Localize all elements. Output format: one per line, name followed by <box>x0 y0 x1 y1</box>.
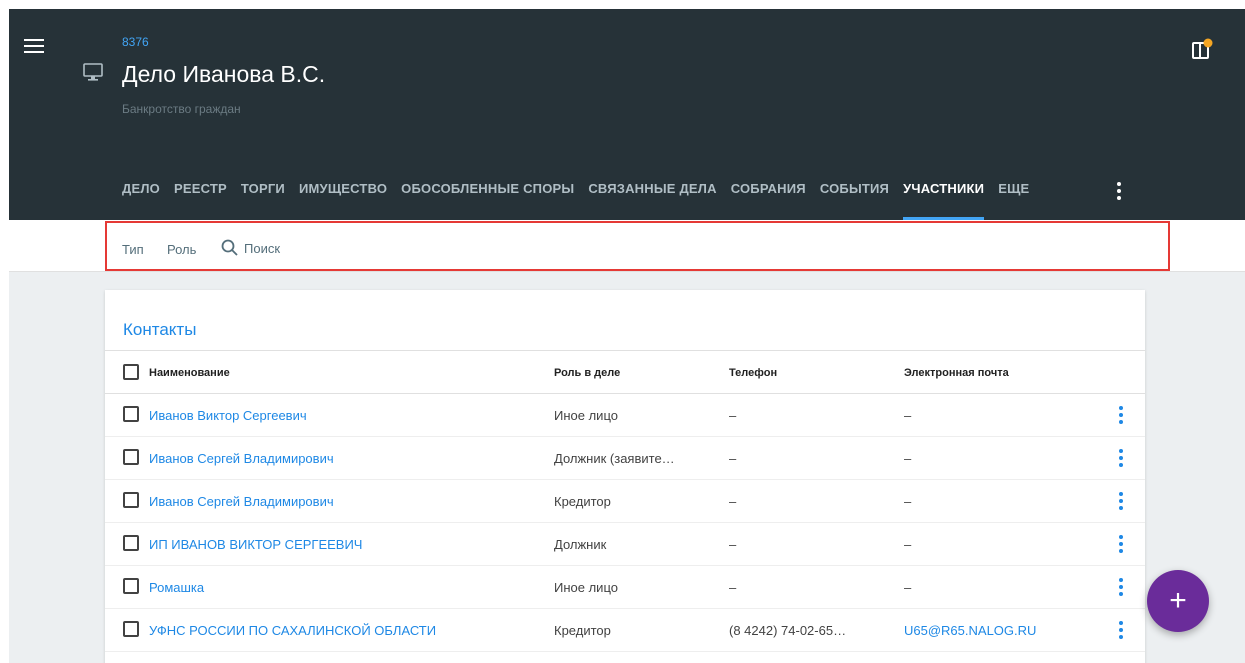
case-number: 8376 <box>122 35 149 49</box>
contact-phone: – <box>729 451 737 466</box>
contact-name[interactable]: УФНС РОССИИ ПО САХАЛИНСКОЙ ОБЛАСТИ <box>149 623 436 638</box>
tab-bar: ДЕЛО РЕЕСТР ТОРГИ ИМУЩЕСТВО ОБОСОБЛЕННЫЕ… <box>122 181 1043 220</box>
case-title: Дело Иванова В.С. <box>122 61 326 87</box>
contact-email: – <box>904 537 912 552</box>
panel-toggle-icon[interactable] <box>1191 37 1213 61</box>
table-row[interactable]: ИП ИВАНОВ ВИКТОР СЕРГЕЕВИЧ Должник – – <box>105 523 1145 566</box>
row-menu-icon[interactable] <box>1115 621 1127 639</box>
contacts-card: Контакты Наименование Роль в деле Телефо… <box>105 290 1145 663</box>
contact-email-link[interactable]: U65@R65.NALOG.RU <box>904 623 1036 638</box>
row-checkbox[interactable] <box>123 492 139 508</box>
contact-name[interactable]: ИП ИВАНОВ ВИКТОР СЕРГЕЕВИЧ <box>149 537 362 552</box>
search-icon <box>221 239 238 256</box>
row-checkbox[interactable] <box>123 535 139 551</box>
tab-sobraniya[interactable]: СОБРАНИЯ <box>731 181 806 220</box>
table-row[interactable]: Ромашка Иное лицо – – <box>105 566 1145 609</box>
tab-torgi[interactable]: ТОРГИ <box>241 181 285 220</box>
row-menu-icon[interactable] <box>1115 578 1127 596</box>
tab-delo[interactable]: ДЕЛО <box>122 181 160 220</box>
row-menu-icon[interactable] <box>1115 535 1127 553</box>
table-row[interactable]: Иванов Виктор Сергеевич Иное лицо – – <box>105 394 1145 437</box>
monitor-icon <box>83 63 103 81</box>
table-row[interactable]: Иванов Сергей Владимирович Должник (заяв… <box>105 437 1145 480</box>
column-header-role[interactable]: Роль в деле <box>554 367 620 379</box>
tab-uchastniki[interactable]: УЧАСТНИКИ <box>903 181 985 220</box>
tabs-more-icon[interactable] <box>1109 182 1129 200</box>
row-menu-icon[interactable] <box>1115 492 1127 510</box>
row-menu-icon[interactable] <box>1115 406 1127 424</box>
contact-name[interactable]: Иванов Сергей Владимирович <box>149 494 334 509</box>
contact-name[interactable]: Ромашка <box>149 580 204 595</box>
select-all-checkbox[interactable] <box>123 364 139 380</box>
column-header-phone[interactable]: Телефон <box>729 367 777 379</box>
contact-phone: – <box>729 537 737 552</box>
table-row[interactable]: УФНС РОССИИ ПО САХАЛИНСКОЙ ОБЛАСТИ Креди… <box>105 609 1145 652</box>
row-checkbox[interactable] <box>123 406 139 422</box>
contact-phone: (8 4242) 74-02-65… <box>729 623 847 638</box>
type-filter[interactable]: Тип <box>122 242 144 257</box>
contact-phone: – <box>729 408 737 423</box>
row-checkbox[interactable] <box>123 449 139 465</box>
contact-phone: – <box>729 580 737 595</box>
contact-email: – <box>904 580 912 595</box>
contact-name[interactable]: Иванов Сергей Владимирович <box>149 451 334 466</box>
tab-reestr[interactable]: РЕЕСТР <box>174 181 227 220</box>
search-input[interactable] <box>244 237 544 259</box>
card-title: Контакты <box>123 320 197 339</box>
tab-sobytiya[interactable]: СОБЫТИЯ <box>820 181 889 220</box>
app-header: 8376 Дело Иванова В.С. Банкротство гражд… <box>9 9 1245 220</box>
contact-role: Иное лицо <box>554 408 618 423</box>
row-checkbox[interactable] <box>123 578 139 594</box>
contact-email: – <box>904 408 912 423</box>
column-header-name[interactable]: Наименование <box>149 367 230 379</box>
contact-email: – <box>904 494 912 509</box>
contact-role: Должник (заявите… <box>554 451 675 466</box>
app-frame: 8376 Дело Иванова В.С. Банкротство гражд… <box>9 9 1245 663</box>
tab-svyazannye-dela[interactable]: СВЯЗАННЫЕ ДЕЛА <box>588 181 716 220</box>
contact-phone: – <box>729 494 737 509</box>
column-header-email[interactable]: Электронная почта <box>904 367 1009 379</box>
table-header: Наименование Роль в деле Телефон Электро… <box>105 350 1145 394</box>
contact-name[interactable]: Иванов Виктор Сергеевич <box>149 408 307 423</box>
row-checkbox[interactable] <box>123 621 139 637</box>
role-filter[interactable]: Роль <box>167 242 196 257</box>
tab-imushchestvo[interactable]: ИМУЩЕСТВО <box>299 181 387 220</box>
add-participant-button[interactable]: + <box>1147 570 1209 632</box>
plus-icon: + <box>1169 584 1187 617</box>
table-row[interactable]: Иванов Сергей Владимирович Кредитор – – <box>105 480 1145 523</box>
hamburger-menu-icon[interactable] <box>24 39 44 55</box>
tab-obosoblennye-spory[interactable]: ОБОСОБЛЕННЫЕ СПОРЫ <box>401 181 574 220</box>
case-subtitle: Банкротство граждан <box>122 102 241 116</box>
tab-eshche[interactable]: ЕЩЕ <box>998 181 1029 220</box>
contact-role: Должник <box>554 537 607 552</box>
row-menu-icon[interactable] <box>1115 449 1127 467</box>
contact-role: Кредитор <box>554 623 611 638</box>
contact-role: Кредитор <box>554 494 611 509</box>
contact-role: Иное лицо <box>554 580 618 595</box>
contact-email: – <box>904 451 912 466</box>
